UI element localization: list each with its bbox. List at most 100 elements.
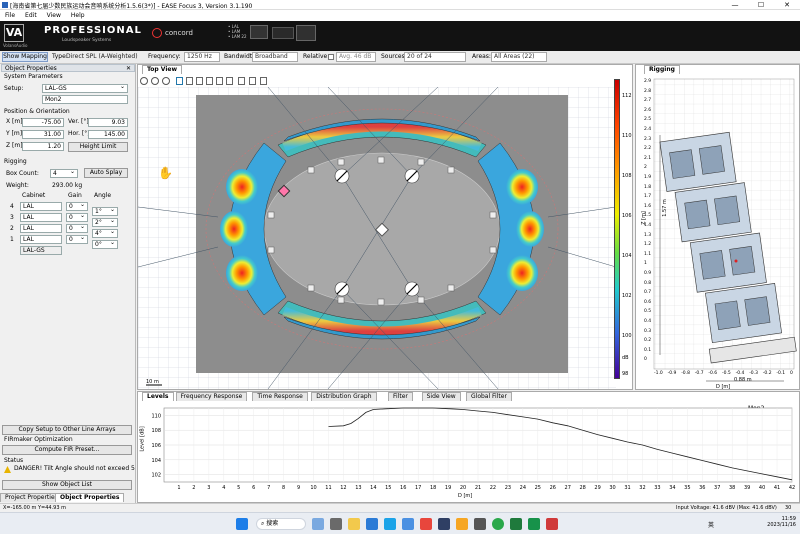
minimize-button[interactable]: — [722,0,748,10]
x-tick-label: 23 [505,485,511,491]
y-tick-label: 102 [151,473,161,479]
bandwidth-select[interactable]: Broadband [252,52,298,62]
clock[interactable]: 11:59 2023/11/16 [764,516,796,528]
sources-select[interactable]: 20 of 24 [404,52,466,62]
zoom-in-icon[interactable] [140,77,148,85]
y-input[interactable]: 31.00 [22,130,64,139]
compute-fir-button[interactable]: Compute FIR Preset... [2,445,132,455]
close-button[interactable]: ✕ [774,0,800,10]
tab-filter[interactable]: Filter [388,392,413,401]
cabinet-angle[interactable]: 1° [92,206,118,216]
area-icon[interactable] [206,77,213,85]
cabinet-name[interactable]: LAL [20,202,62,211]
menu-edit[interactable]: Edit [20,10,42,21]
height-limit-button[interactable]: Height Limit [68,142,128,152]
setup-select[interactable]: LAL-GS [42,83,128,93]
show-mapping-button[interactable]: Show Mapping [2,52,48,62]
cabinet-gain[interactable]: 0 [66,212,88,222]
va-sub: VolansAudio [3,43,28,48]
z-input[interactable]: 1.20 [22,142,64,151]
tab-global-filter[interactable]: Global Filter [466,392,512,401]
tab-time-response[interactable]: Time Response [252,392,308,401]
source-icon[interactable] [216,77,223,85]
spl-map[interactable]: ✋ [138,87,616,389]
cabinet-angle[interactable]: 4° [92,228,118,238]
app-icon[interactable] [456,518,468,530]
x-tick-label: 1 [177,485,180,491]
cabinet-gain[interactable]: 0 [66,223,88,233]
zoom-fit-icon[interactable] [162,77,170,85]
speaker-image-1 [250,25,268,39]
tab-rigging[interactable]: Rigging [644,65,680,74]
close-panel-icon[interactable]: ✕ [126,65,131,72]
brand-sub: Loudspeaker Systems [62,38,112,43]
relative-checkbox[interactable] [328,54,334,60]
measure-icon[interactable] [249,77,256,85]
box-count-select[interactable]: 4 [50,168,78,178]
cabinet-name[interactable]: LAL [20,224,62,233]
task-view-icon[interactable] [312,518,324,530]
show-object-list-button[interactable]: Show Object List [2,480,132,490]
app-icon[interactable] [528,518,540,530]
copy-setup-button[interactable]: Copy Setup to Other Line Arrays [2,425,132,435]
x-tick-label: 14 [370,485,376,491]
mail-icon[interactable] [366,518,378,530]
cabinet-gain[interactable]: 0 [66,234,88,244]
mic-icon[interactable] [226,77,233,85]
cursor-coords: X=-165.00 m Y=44.93 m [3,505,66,511]
relative-input[interactable]: Avg. 46 dB [336,52,376,62]
cabinet-name[interactable]: LAL [20,213,62,222]
ver-input[interactable]: 9.03 [88,118,128,127]
menu-view[interactable]: View [42,10,66,21]
file-explorer-icon[interactable] [348,518,360,530]
tab-object-properties[interactable]: Object Properties [55,493,125,502]
rigging-xtick: -0.1 [776,371,786,376]
auto-splay-button[interactable]: Auto Splay [84,168,128,178]
search-box[interactable]: ⌕ 搜索 [256,518,306,530]
maximize-button[interactable]: ☐ [748,0,774,10]
panel-header: Object Properties ✕ [1,64,135,72]
cabinet-angle[interactable]: 0° [92,239,118,249]
areas-select[interactable]: All Areas (22) [491,52,547,62]
tab-side-view[interactable]: Side View [421,392,461,401]
x-tick-label: 15 [385,485,391,491]
cabinet-gain[interactable]: 0 [66,201,88,211]
top-view-panel: Top View ✋ 10 m 112 110 108 106 104 102 … [137,64,633,390]
tab-top-view[interactable]: Top View [142,65,183,74]
object-name-input[interactable]: Mon2 [42,95,128,104]
pointer-icon[interactable] [238,77,245,85]
type-value[interactable]: Direct SPL (A-Weighted) [66,52,144,62]
app-icon[interactable] [438,518,450,530]
grid-icon[interactable] [196,77,203,85]
zoom-out-icon[interactable] [151,77,159,85]
app-icon[interactable] [330,518,342,530]
box-count-label: Box Count: [6,170,39,177]
menu-file[interactable]: File [0,10,20,21]
hor-input[interactable]: 145.00 [88,130,128,139]
tab-frequency-response[interactable]: Frequency Response [175,392,248,401]
layers-icon[interactable] [186,77,193,85]
store-icon[interactable] [402,518,414,530]
settings-icon[interactable] [260,77,267,85]
office-icon[interactable] [420,518,432,530]
app-icon[interactable] [510,518,522,530]
select-icon[interactable] [176,77,183,85]
tab-distribution-graph[interactable]: Distribution Graph [311,392,377,401]
chrome-icon[interactable] [492,518,504,530]
x-input[interactable]: -75.00 [22,118,64,127]
edge-icon[interactable] [384,518,396,530]
app-icon[interactable] [474,518,486,530]
cabinet-name[interactable]: LAL [20,235,62,244]
start-button[interactable] [236,518,248,530]
ime-indicator[interactable]: 英 [708,520,714,529]
hand-cursor-icon: ✋ [158,166,173,180]
frequency-select[interactable]: 1250 Hz [184,52,220,62]
cabinet-angle[interactable]: 2° [92,217,118,227]
tab-project-properties[interactable]: Project Properties [0,493,63,502]
tab-levels[interactable]: Levels [142,392,174,401]
ease-focus-icon[interactable] [546,518,558,530]
speaker-image-3 [296,25,316,41]
menu-help[interactable]: Help [66,10,90,21]
x-tick-label: 36 [699,485,705,491]
cabinet-index: 3 [10,214,14,221]
